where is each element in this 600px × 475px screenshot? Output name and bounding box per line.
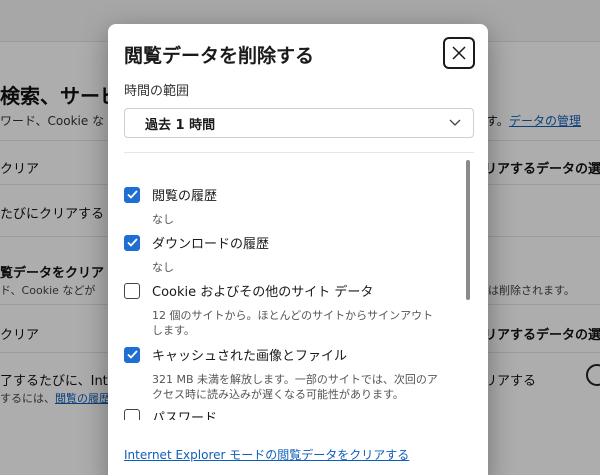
time-range-value: 過去 1 時間	[145, 117, 216, 133]
close-icon	[452, 46, 466, 60]
list-item: 閲覧の履歴 なし	[124, 185, 454, 227]
data-type-list[interactable]: 閲覧の履歴 なし ダウンロードの履歴 なし Cookie およびその他のサイト …	[124, 152, 474, 420]
list-item: キャッシュされた画像とファイル 321 MB 未満を解放します。一部のサイトでは…	[124, 345, 454, 402]
download-history-desc: なし	[152, 261, 174, 274]
list-item: Cookie およびその他のサイト データ 12 個のサイトから。ほとんどのサイ…	[124, 281, 454, 338]
time-range-select[interactable]: 過去 1 時間	[124, 108, 474, 138]
list-scrollbar[interactable]	[466, 160, 470, 300]
clear-browsing-data-dialog: 閲覧データを削除する 時間の範囲 過去 1 時間 閲覧の履歴 なし ダウンロード…	[108, 24, 488, 475]
check-icon	[126, 350, 138, 359]
check-icon	[126, 238, 138, 247]
time-range-label: 時間の範囲	[124, 84, 190, 99]
history-checkbox[interactable]	[124, 186, 140, 203]
history-desc: なし	[152, 213, 174, 226]
list-item: ダウンロードの履歴 なし	[124, 233, 454, 275]
chevron-down-icon	[449, 119, 461, 126]
download-history-label: ダウンロードの履歴	[152, 237, 270, 252]
history-label: 閲覧の履歴	[152, 189, 218, 204]
passwords-checkbox[interactable]	[124, 408, 140, 420]
cache-checkbox[interactable]	[124, 346, 140, 363]
cache-desc: 321 MB 未満を解放します。一部のサイトでは、次回のアクセス時に読み込みが遅…	[152, 373, 438, 401]
passwords-label: パスワード	[152, 411, 218, 420]
cookies-desc: 12 個のサイトから。ほとんどのサイトからサインアウトします。	[152, 309, 434, 337]
close-button[interactable]	[443, 37, 475, 69]
cookies-checkbox[interactable]	[124, 282, 140, 299]
list-item: パスワード なし	[124, 407, 454, 420]
cookies-label: Cookie およびその他のサイト データ	[152, 285, 374, 300]
dialog-title: 閲覧データを削除する	[124, 45, 315, 67]
download-history-checkbox[interactable]	[124, 234, 140, 251]
ie-mode-clear-link[interactable]: Internet Explorer モードの閲覧データをクリアする	[124, 446, 409, 463]
check-icon	[126, 190, 138, 199]
cache-label: キャッシュされた画像とファイル	[152, 349, 348, 364]
